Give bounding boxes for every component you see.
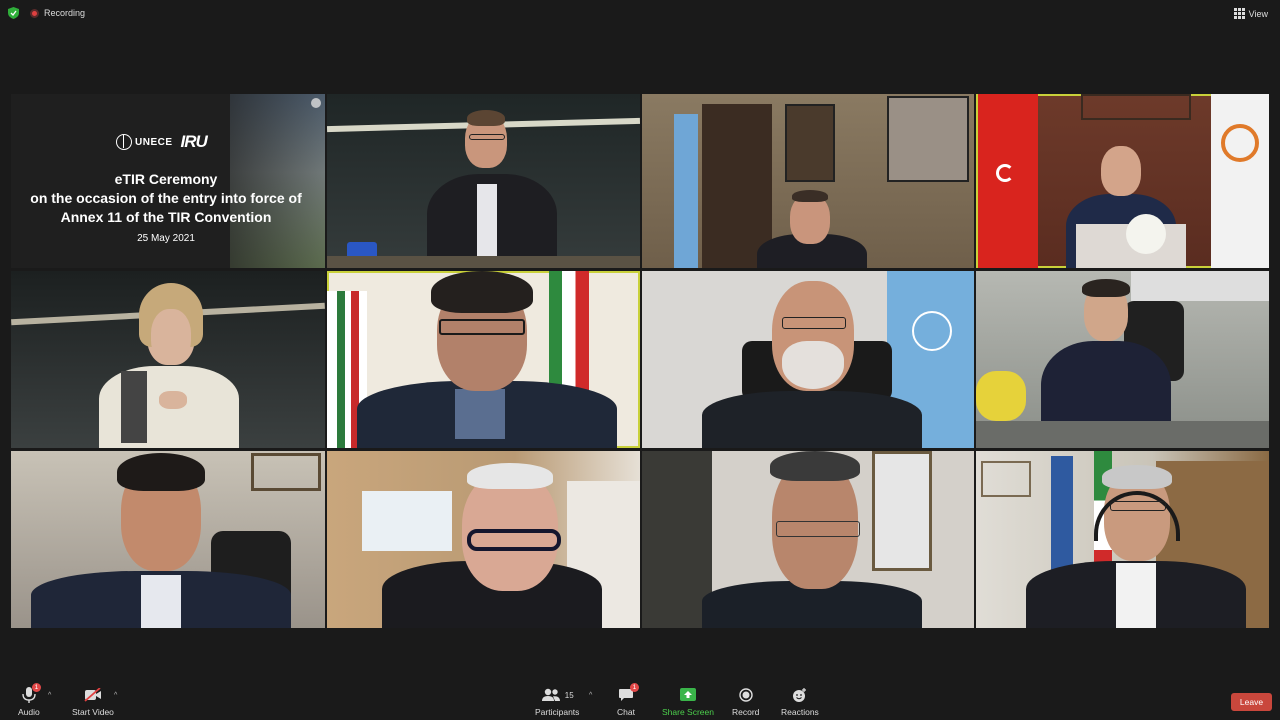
chat-badge: 1 (629, 683, 639, 692)
tile-options-icon[interactable] (311, 98, 321, 108)
reactions-label: Reactions (781, 707, 819, 717)
audio-badge: 1 (31, 683, 41, 692)
slide-title-line3: Annex 11 of the TIR Convention (60, 209, 272, 225)
leave-button[interactable]: Leave (1231, 693, 1272, 711)
video-options-caret[interactable]: ^ (114, 692, 117, 699)
video-grid: UNECE IRU eTIR Ceremony on the occasion … (11, 94, 1269, 628)
shared-slide-tile[interactable]: UNECE IRU eTIR Ceremony on the occasion … (11, 94, 325, 268)
participant-tile-5[interactable] (11, 271, 325, 448)
view-label: View (1248, 8, 1268, 19)
participants-button[interactable]: 15 Participants (535, 686, 579, 717)
recording-label: Recording (44, 8, 86, 18)
participant-tile-7[interactable] (642, 271, 974, 448)
view-button[interactable]: View (1233, 8, 1268, 19)
record-button[interactable]: Record (732, 686, 759, 717)
participant-tile-4[interactable] (976, 94, 1269, 268)
audio-label: Audio (18, 707, 40, 717)
record-icon (739, 688, 753, 702)
top-bar: Recording View (0, 0, 1280, 26)
share-screen-icon (679, 688, 696, 701)
chat-label: Chat (617, 707, 635, 717)
participants-label: Participants (535, 707, 580, 717)
participants-options-caret[interactable]: ^ (589, 692, 592, 699)
participant-tile-12[interactable] (976, 451, 1269, 628)
start-video-label: Start Video (72, 707, 114, 717)
video-off-icon (84, 688, 101, 702)
grid-view-icon (1233, 8, 1245, 19)
share-screen-button[interactable]: Share Screen (662, 686, 714, 717)
recording-dot-icon (30, 8, 39, 18)
share-screen-label: Share Screen (662, 707, 714, 717)
participants-icon (541, 688, 560, 701)
chat-button[interactable]: 1 Chat (617, 683, 639, 717)
slide-date: 25 May 2021 (137, 233, 195, 244)
participant-tile-10[interactable] (327, 451, 640, 628)
meeting-toolbar: 1 Audio ^ Start Video ^ 15 Participants … (0, 680, 1280, 720)
record-label: Record (732, 707, 760, 717)
unece-logo: UNECE (116, 134, 173, 150)
start-video-button[interactable]: Start Video (72, 686, 114, 717)
smiley-reactions-icon (793, 687, 807, 702)
slide-text: eTIR Ceremony on the occasion of the ent… (11, 170, 321, 244)
security-shield-icon[interactable] (8, 7, 19, 19)
reactions-button[interactable]: Reactions (781, 686, 819, 717)
un-emblem-icon (116, 134, 132, 150)
participant-tile-6[interactable] (327, 271, 640, 448)
participant-tile-8[interactable] (976, 271, 1269, 448)
participant-tile-3[interactable] (642, 94, 974, 268)
participants-count: 15 (564, 690, 574, 700)
slide-title-line2: on the occasion of the entry into force … (30, 190, 302, 206)
audio-options-caret[interactable]: ^ (48, 692, 51, 699)
slide-title-line1: eTIR Ceremony (114, 171, 218, 187)
audio-button[interactable]: 1 Audio (18, 683, 41, 717)
participant-tile-2[interactable] (327, 94, 640, 268)
slide-logos: UNECE IRU (116, 132, 208, 152)
iru-logo: IRU (180, 132, 208, 151)
participant-tile-9[interactable] (11, 451, 325, 628)
recording-indicator[interactable]: Recording (30, 8, 85, 18)
participant-tile-11[interactable] (642, 451, 974, 628)
